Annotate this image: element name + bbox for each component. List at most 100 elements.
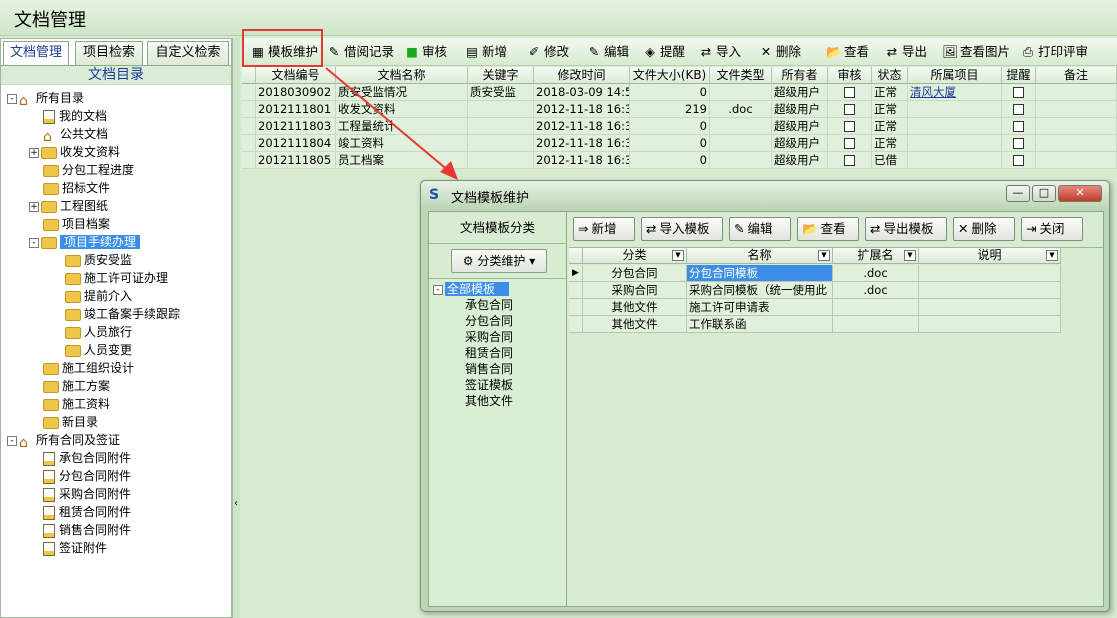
category-node[interactable]: 租赁合同 — [465, 345, 513, 361]
category-node[interactable]: 其他文件 — [465, 393, 513, 409]
table-cell[interactable] — [1002, 118, 1036, 135]
tree-node[interactable]: 施工方案 — [43, 377, 110, 395]
tree-node[interactable]: ⌂ 公共文档 — [43, 125, 108, 145]
checkbox[interactable] — [1013, 87, 1024, 98]
collapse-icon[interactable]: - — [29, 237, 39, 248]
row-selector[interactable] — [242, 101, 256, 118]
category-node[interactable]: 采购合同 — [465, 329, 513, 345]
toolbar-button[interactable]: ⇄ 导出 — [884, 42, 927, 62]
checkbox[interactable] — [844, 155, 855, 166]
row-selector[interactable] — [242, 118, 256, 135]
table-cell[interactable] — [1002, 135, 1036, 152]
table-cell[interactable] — [828, 135, 872, 152]
table-cell[interactable] — [828, 101, 872, 118]
dialog-button[interactable]: ✕ 删除 — [953, 217, 1015, 241]
close-window-button[interactable]: ✕ — [1058, 185, 1102, 202]
column-header[interactable]: 状态 — [872, 67, 908, 84]
toolbar-button[interactable]: ✐ 修改 — [526, 42, 569, 62]
collapse-icon[interactable]: - — [7, 93, 17, 104]
filter-dropdown-icon[interactable]: ▼ — [672, 250, 684, 261]
checkbox[interactable] — [1013, 155, 1024, 166]
table-cell[interactable] — [919, 282, 1061, 299]
tree-node[interactable]: 施工组织设计 — [43, 359, 134, 377]
table-cell[interactable] — [908, 152, 1002, 169]
tree-node[interactable]: 采购合同附件 — [43, 485, 131, 503]
tree-node[interactable]: 提前介入 — [65, 287, 132, 305]
panel-splitter[interactable]: ‹ — [232, 38, 240, 618]
category-node[interactable]: 分包合同 — [465, 313, 513, 329]
checkbox[interactable] — [844, 138, 855, 149]
column-header[interactable]: 修改时间 — [534, 67, 630, 84]
table-cell[interactable]: 清风大厦 — [908, 84, 1002, 101]
table-cell[interactable] — [1002, 101, 1036, 118]
dialog-button[interactable]: 📂 查看 — [797, 217, 859, 241]
table-cell[interactable] — [833, 299, 919, 316]
table-cell[interactable]: 采购合同 — [583, 282, 687, 299]
column-header[interactable]: 文档编号 — [256, 67, 336, 84]
row-selector[interactable] — [569, 316, 583, 333]
checkbox[interactable] — [1013, 121, 1024, 132]
dialog-button[interactable]: ⇄ 导入模板 — [641, 217, 723, 241]
checkbox[interactable] — [844, 87, 855, 98]
table-cell[interactable] — [833, 316, 919, 333]
toolbar-button[interactable]: ■ 审核 — [404, 42, 447, 62]
tree-node[interactable]: 施工许可证办理 — [65, 269, 168, 287]
checkbox[interactable] — [844, 104, 855, 115]
dialog-button[interactable]: ✎ 编辑 — [729, 217, 791, 241]
category-node[interactable]: 签证模板 — [465, 377, 513, 393]
tree-node[interactable]: 施工资料 — [43, 395, 110, 413]
column-header[interactable]: 所有者 — [772, 67, 828, 84]
category-node[interactable]: 承包合同 — [465, 297, 513, 313]
toolbar-button[interactable]: 📂 查看 — [826, 42, 869, 62]
table-cell[interactable]: 施工许可申请表 — [687, 299, 833, 316]
column-header[interactable]: 备注 — [1036, 67, 1117, 84]
filter-dropdown-icon[interactable]: ▼ — [818, 250, 830, 261]
column-header[interactable]: 所属项目 — [908, 67, 1002, 84]
tab-doc-management[interactable]: 文档管理 — [3, 41, 69, 66]
table-cell[interactable] — [828, 152, 872, 169]
tree-node[interactable]: + 收发文资料 — [29, 143, 120, 161]
category-maintain-button[interactable]: ⚙ 分类维护 ▾ — [451, 249, 547, 273]
row-selector[interactable] — [242, 84, 256, 101]
category-node[interactable]: - 全部模板 — [433, 281, 510, 297]
cell-value[interactable]: 清风大厦 — [910, 85, 956, 99]
dialog-button[interactable]: ⇒ 新增 — [573, 217, 635, 241]
table-cell[interactable] — [1002, 152, 1036, 169]
collapse-arrow-icon[interactable]: ‹ — [234, 498, 238, 509]
table-cell[interactable]: .doc — [833, 265, 919, 282]
table-cell[interactable] — [828, 118, 872, 135]
table-cell[interactable]: 分包合同模板 — [687, 265, 833, 282]
tree-node[interactable]: 人员旅行 — [65, 323, 132, 341]
table-cell[interactable]: 工作联系函 — [687, 316, 833, 333]
tree-node[interactable]: - 项目手续办理 — [29, 233, 141, 251]
column-header[interactable]: 文档名称 — [336, 67, 468, 84]
toolbar-button[interactable]: ⇄ 导入 — [698, 42, 741, 62]
row-selector[interactable] — [242, 152, 256, 169]
category-node[interactable]: 销售合同 — [465, 361, 513, 377]
tab-project-search[interactable]: 项目检索 — [75, 41, 143, 65]
tree-node[interactable]: - ⌂ 所有目录 — [7, 89, 84, 109]
table-cell[interactable] — [919, 299, 1061, 316]
tree-node[interactable]: 我的文档 — [43, 107, 107, 125]
column-header[interactable]: 关键字 — [468, 67, 534, 84]
row-selector[interactable] — [569, 282, 583, 299]
column-header[interactable]: 说明 ▼ — [919, 248, 1061, 264]
tree-node[interactable]: 承包合同附件 — [43, 449, 131, 467]
row-selector[interactable]: ▶ — [569, 265, 583, 282]
toolbar-button[interactable]: ✎ 借阅记录 — [326, 42, 394, 62]
toolbar-button[interactable]: 🖼 查看图片 — [942, 42, 1010, 62]
table-cell[interactable] — [908, 101, 1002, 118]
column-header[interactable]: 扩展名 ▼ — [833, 248, 919, 264]
table-cell[interactable]: 采购合同模板（统一使用此 — [687, 282, 833, 299]
toolbar-button[interactable]: ⎙ 打印评审 — [1020, 42, 1088, 62]
tab-custom-search[interactable]: 自定义检索 — [147, 41, 229, 65]
row-selector[interactable] — [569, 299, 583, 316]
tree-node[interactable]: 竣工备案手续跟踪 — [65, 305, 180, 323]
collapse-icon[interactable]: - — [433, 284, 443, 295]
toolbar-button[interactable]: ▤ 新增 — [464, 42, 507, 62]
tree-node[interactable]: 分包合同附件 — [43, 467, 131, 485]
tree-node[interactable]: 租赁合同附件 — [43, 503, 131, 521]
tree-node[interactable]: 新目录 — [43, 413, 98, 431]
tree-node[interactable]: + 工程图纸 — [29, 197, 108, 215]
table-cell[interactable]: 其他文件 — [583, 316, 687, 333]
